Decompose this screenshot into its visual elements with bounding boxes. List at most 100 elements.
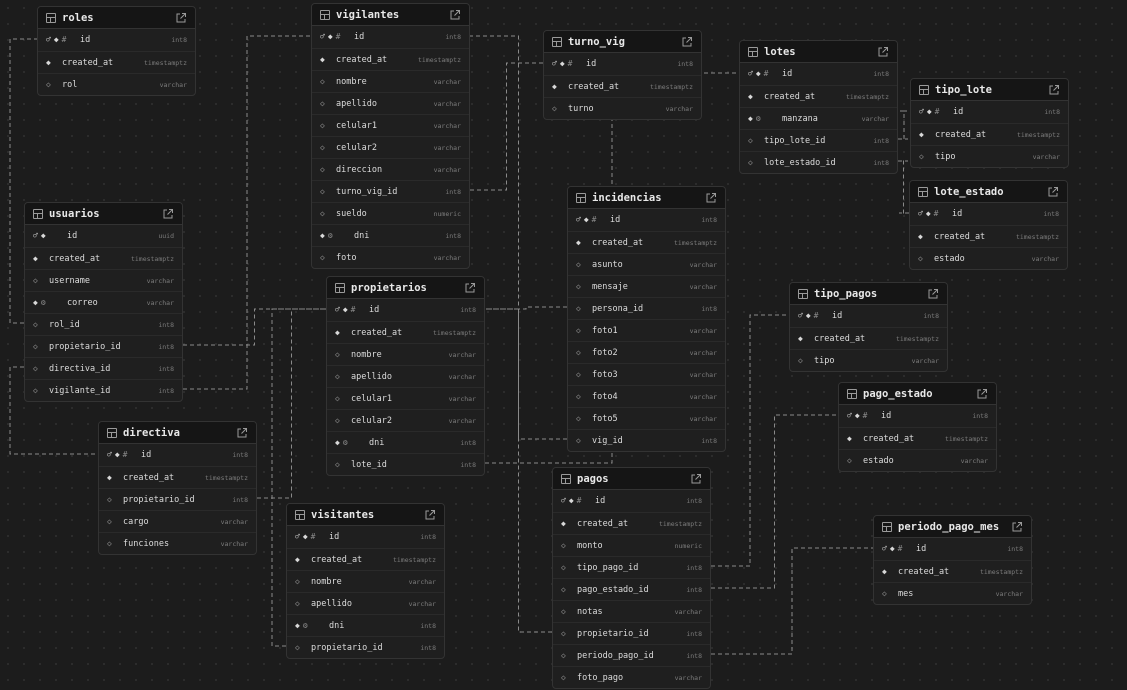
column-row[interactable]: ♂ ◆ # id int8 [553,490,710,512]
column-row[interactable]: ◇ cargo varchar [99,510,256,532]
column-row[interactable]: ◇ funciones varchar [99,532,256,554]
table-tipo_lote[interactable]: tipo_lote ♂ ◆ # id int8 ◆ created_at timestamptz… [910,78,1069,168]
column-row[interactable]: ◆ created_at timestamptz [544,75,701,97]
column-row[interactable]: ◇ foto2 varchar [568,341,725,363]
column-row[interactable]: ♂ ◆ # id int8 [327,299,484,321]
column-row[interactable]: ◆ created_at timestamptz [25,247,182,269]
table-turno_vig[interactable]: turno_vig ♂ ◆ # id int8 ◆ created_at timestamptz… [543,30,702,120]
column-row[interactable]: ◆ created_at timestamptz [38,51,195,73]
column-row[interactable]: ◇ lote_id int8 [327,453,484,475]
column-row[interactable]: ♂ ◆ # id int8 [911,101,1068,123]
column-row[interactable]: ◇ tipo varchar [911,145,1068,167]
column-row[interactable]: ♂ ◆ # id int8 [910,203,1067,225]
column-row[interactable]: ◆ created_at timestamptz [740,85,897,107]
column-row[interactable]: ◇ rol varchar [38,73,195,95]
table-directiva[interactable]: directiva ♂ ◆ # id int8 ◆ created_at timestamptz… [98,421,257,555]
column-row[interactable]: ♂ ◆ # id int8 [544,53,701,75]
column-row[interactable]: ◇ notas varchar [553,600,710,622]
column-row[interactable]: ◇ propietario_id int8 [553,622,710,644]
column-row[interactable]: ◆ created_at timestamptz [327,321,484,343]
column-row[interactable]: ◇ direccion varchar [312,158,469,180]
open-external-icon[interactable] [681,36,693,48]
column-row[interactable]: ♂ ◆ # id int8 [839,405,996,427]
table-lote_estado[interactable]: lote_estado ♂ ◆ # id int8 ◆ created_at timestamp… [909,180,1068,270]
column-row[interactable]: ◇ tipo_pago_id int8 [553,556,710,578]
table-header[interactable]: propietarios [327,277,484,299]
column-row[interactable]: ◇ asunto varchar [568,253,725,275]
column-row[interactable]: ◇ sueldo numeric [312,202,469,224]
table-propietarios[interactable]: propietarios ♂ ◆ # id int8 ◆ created_at timestam… [326,276,485,476]
open-external-icon[interactable] [976,388,988,400]
column-row[interactable]: ◆ created_at timestamptz [287,548,444,570]
table-usuarios[interactable]: usuarios ♂ ◆ id uuid ◆ created_at timestamptz ◇ u… [24,202,183,402]
column-row[interactable]: ◇ tipo_lote_id int8 [740,129,897,151]
column-row[interactable]: ◇ estado varchar [839,449,996,471]
table-header[interactable]: pago_estado [839,383,996,405]
open-external-icon[interactable] [464,282,476,294]
open-external-icon[interactable] [162,208,174,220]
column-row[interactable]: ◆ created_at timestamptz [839,427,996,449]
table-header[interactable]: tipo_lote [911,79,1068,101]
table-header[interactable]: pagos [553,468,710,490]
column-row[interactable]: ◆ created_at timestamptz [910,225,1067,247]
column-row[interactable]: ♂ ◆ # id int8 [740,63,897,85]
column-row[interactable]: ◇ apellido varchar [327,365,484,387]
column-row[interactable]: ◇ turno varchar [544,97,701,119]
column-row[interactable]: ◇ lote_estado_id int8 [740,151,897,173]
table-header[interactable]: lotes [740,41,897,63]
column-row[interactable]: ◇ estado varchar [910,247,1067,269]
table-header[interactable]: incidencias [568,187,725,209]
open-external-icon[interactable] [705,192,717,204]
table-header[interactable]: vigilantes [312,4,469,26]
table-header[interactable]: usuarios [25,203,182,225]
column-row[interactable]: ◇ foto varchar [312,246,469,268]
table-roles[interactable]: roles ♂ ◆ # id int8 ◆ created_at timestamptz ◇ rol… [37,6,196,96]
column-row[interactable]: ◇ celular2 varchar [327,409,484,431]
column-row[interactable]: ◇ propietario_id int8 [287,636,444,658]
table-header[interactable]: directiva [99,422,256,444]
open-external-icon[interactable] [424,509,436,521]
column-row[interactable]: ◇ nombre varchar [327,343,484,365]
column-row[interactable]: ◇ tipo varchar [790,349,947,371]
column-row[interactable]: ♂ ◆ # id int8 [38,29,195,51]
open-external-icon[interactable] [1047,186,1059,198]
table-header[interactable]: roles [38,7,195,29]
open-external-icon[interactable] [690,473,702,485]
column-row[interactable]: ◇ apellido varchar [287,592,444,614]
open-external-icon[interactable] [877,46,889,58]
column-row[interactable]: ♂ ◆ # id int8 [874,538,1031,560]
column-row[interactable]: ◇ celular2 varchar [312,136,469,158]
column-row[interactable]: ◇ persona_id int8 [568,297,725,319]
column-row[interactable]: ♂ ◆ # id int8 [568,209,725,231]
column-row[interactable]: ◆ ⚙ correo varchar [25,291,182,313]
column-row[interactable]: ♂ ◆ # id int8 [99,444,256,466]
table-tipo_pagos[interactable]: tipo_pagos ♂ ◆ # id int8 ◆ created_at timestampt… [789,282,948,372]
table-header[interactable]: lote_estado [910,181,1067,203]
table-header[interactable]: tipo_pagos [790,283,947,305]
column-row[interactable]: ◆ created_at timestamptz [790,327,947,349]
column-row[interactable]: ◇ mensaje varchar [568,275,725,297]
column-row[interactable]: ◇ nombre varchar [287,570,444,592]
table-incidencias[interactable]: incidencias ♂ ◆ # id int8 ◆ created_at timestamp… [567,186,726,452]
table-lotes[interactable]: lotes ♂ ◆ # id int8 ◆ created_at timestamptz ◆ ⚙ ma… [739,40,898,174]
column-row[interactable]: ◇ directiva_id int8 [25,357,182,379]
column-row[interactable]: ◆ created_at timestamptz [312,48,469,70]
open-external-icon[interactable] [449,9,461,21]
column-row[interactable]: ◇ periodo_pago_id int8 [553,644,710,666]
column-row[interactable]: ◇ foto_pago varchar [553,666,710,688]
column-row[interactable]: ♂ ◆ # id int8 [312,26,469,48]
column-row[interactable]: ◆ created_at timestamptz [568,231,725,253]
table-visitantes[interactable]: visitantes ♂ ◆ # id int8 ◆ created_at timestampt… [286,503,445,659]
column-row[interactable]: ◇ foto1 varchar [568,319,725,341]
column-row[interactable]: ♂ ◆ # id int8 [287,526,444,548]
column-row[interactable]: ◇ vigilante_id int8 [25,379,182,401]
table-periodo_pago_mes[interactable]: periodo_pago_mes ♂ ◆ # id int8 ◆ created_at time… [873,515,1032,605]
table-pago_estado[interactable]: pago_estado ♂ ◆ # id int8 ◆ created_at timestamp… [838,382,997,472]
open-external-icon[interactable] [175,12,187,24]
column-row[interactable]: ◆ ⚙ dni int8 [287,614,444,636]
column-row[interactable]: ◇ rol_id int8 [25,313,182,335]
column-row[interactable]: ◇ propietario_id int8 [25,335,182,357]
table-pagos[interactable]: pagos ♂ ◆ # id int8 ◆ created_at timestamptz ◇ mon… [552,467,711,689]
column-row[interactable]: ◆ ⚙ dni int8 [327,431,484,453]
column-row[interactable]: ◇ monto numeric [553,534,710,556]
